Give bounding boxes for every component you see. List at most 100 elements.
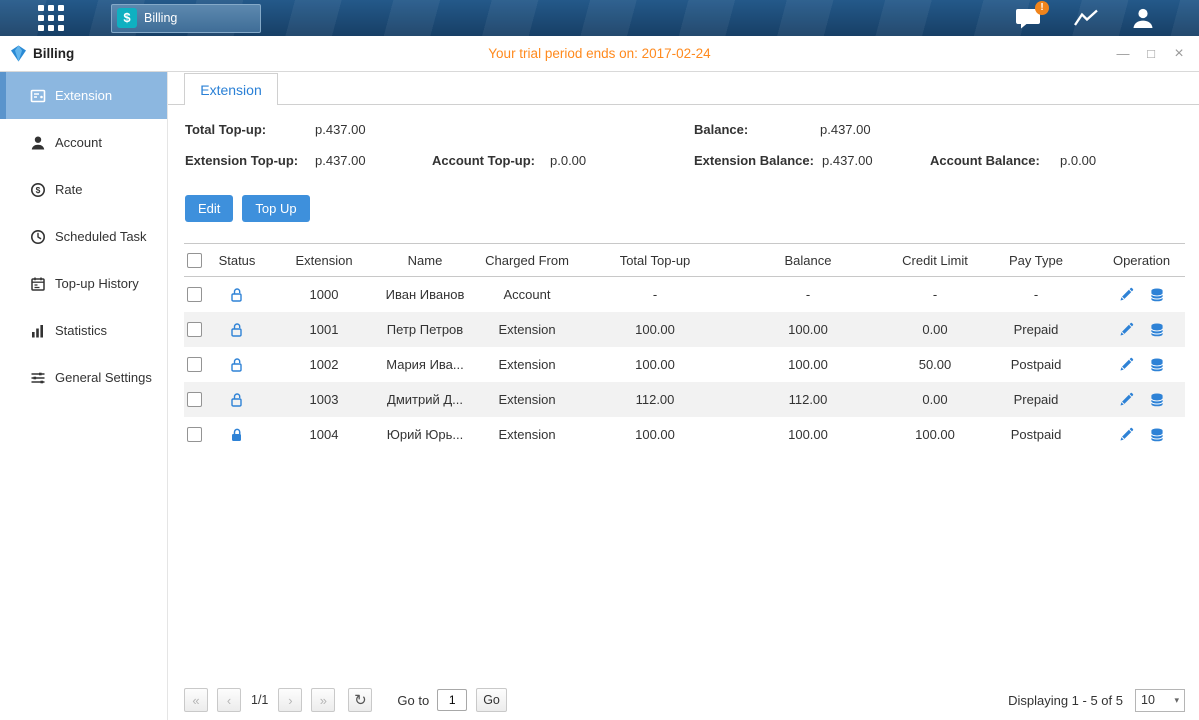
credit-limit-cell: 0.00 <box>896 392 974 407</box>
charged-from-cell: Extension <box>464 322 590 337</box>
topbar-right: ! <box>1015 7 1155 29</box>
balance-cell: 100.00 <box>720 427 896 442</box>
name-cell: Мария Ива... <box>386 357 464 372</box>
edit-icon[interactable] <box>1119 357 1134 372</box>
edit-button[interactable]: Edit <box>185 195 233 222</box>
topup-coins-icon[interactable] <box>1149 392 1165 408</box>
edit-icon[interactable] <box>1119 392 1134 407</box>
goto-page-input[interactable] <box>437 689 467 711</box>
rate-icon: $ <box>30 182 46 198</box>
credit-limit-cell: 0.00 <box>896 322 974 337</box>
prev-page-button[interactable]: ‹ <box>217 688 241 712</box>
table-row[interactable]: 1004 Юрий Юрь... Extension 100.00 100.00… <box>184 417 1185 452</box>
row-checkbox-cell <box>184 322 212 337</box>
account-balance-value: p.0.00 <box>1060 153 1096 168</box>
window-controls: — □ × <box>1115 46 1187 62</box>
edit-icon[interactable] <box>1119 322 1134 337</box>
sidebar-item-rate[interactable]: $ Rate <box>0 166 167 213</box>
user-menu-icon[interactable] <box>1131 7 1155 29</box>
page-indicator: 1/1 <box>251 693 268 707</box>
edit-icon[interactable] <box>1119 287 1134 302</box>
sidebar-item-label: Rate <box>55 182 82 197</box>
sidebar-item-account[interactable]: Account <box>0 119 167 166</box>
go-button[interactable]: Go <box>476 688 507 712</box>
refresh-icon[interactable]: ↻ <box>348 688 372 712</box>
table-row[interactable]: 1002 Мария Ива... Extension 100.00 100.0… <box>184 347 1185 382</box>
extension-topup-label: Extension Top-up: <box>185 153 298 168</box>
table-row[interactable]: 1003 Дмитрий Д... Extension 112.00 112.0… <box>184 382 1185 417</box>
topup-coins-icon[interactable] <box>1149 357 1165 373</box>
col-status: Status <box>212 253 262 268</box>
row-checkbox[interactable] <box>187 322 202 337</box>
row-checkbox[interactable] <box>187 287 202 302</box>
charged-from-cell: Extension <box>464 427 590 442</box>
maximize-icon[interactable]: □ <box>1143 46 1159 62</box>
operation-cell <box>1098 322 1185 338</box>
total-topup-cell: 100.00 <box>590 357 720 372</box>
apps-grid-icon[interactable] <box>38 5 65 32</box>
total-topup-cell: 100.00 <box>590 427 720 442</box>
extension-icon <box>30 88 46 104</box>
messages-icon[interactable]: ! <box>1015 8 1041 29</box>
status-cell <box>212 357 262 373</box>
reports-icon[interactable] <box>1073 8 1099 29</box>
topup-coins-icon[interactable] <box>1149 427 1165 443</box>
operation-cell <box>1098 287 1185 303</box>
billing-logo-icon <box>10 45 27 62</box>
pay-type-cell: Postpaid <box>974 357 1098 372</box>
total-topup-cell: - <box>590 287 720 302</box>
extensions-table: Status Extension Name Charged From Total… <box>184 243 1185 452</box>
account-topup-value: p.0.00 <box>550 153 586 168</box>
name-cell: Юрий Юрь... <box>386 427 464 442</box>
topup-coins-icon[interactable] <box>1149 287 1165 303</box>
first-page-button[interactable]: « <box>184 688 208 712</box>
table-row[interactable]: 1001 Петр Петров Extension 100.00 100.00… <box>184 312 1185 347</box>
billing-app-tab[interactable]: $ Billing <box>111 4 261 33</box>
total-topup-cell: 112.00 <box>590 392 720 407</box>
credit-limit-cell: 100.00 <box>896 427 974 442</box>
sidebar-item-extension[interactable]: Extension <box>0 72 167 119</box>
row-checkbox[interactable] <box>187 392 202 407</box>
row-checkbox-cell <box>184 287 212 302</box>
next-page-button[interactable]: › <box>278 688 302 712</box>
sidebar-item-statistics[interactable]: Statistics <box>0 307 167 354</box>
sidebar-item-general-settings[interactable]: General Settings <box>0 354 167 401</box>
sidebar-item-topup-history[interactable]: Top-up History <box>0 260 167 307</box>
extension-balance-value: p.437.00 <box>822 153 873 168</box>
balance-cell: 100.00 <box>720 322 896 337</box>
calendar-icon <box>30 276 46 292</box>
sidebar-item-label: Scheduled Task <box>55 229 147 244</box>
tab-extension[interactable]: Extension <box>184 73 278 105</box>
sidebar-item-label: Account <box>55 135 102 150</box>
minimize-icon[interactable]: — <box>1115 46 1131 62</box>
table-row[interactable]: 1000 Иван Иванов Account - - - - <box>184 277 1185 312</box>
extension-cell: 1003 <box>262 392 386 407</box>
clock-icon <box>30 229 46 245</box>
charged-from-cell: Extension <box>464 392 590 407</box>
close-icon[interactable]: × <box>1171 46 1187 62</box>
billing-window: $ Billing ! <box>0 0 1199 720</box>
col-total-topup: Total Top-up <box>590 253 720 268</box>
col-name: Name <box>386 253 464 268</box>
person-icon <box>1131 7 1155 29</box>
sidebar-item-label: Extension <box>55 88 112 103</box>
summary-panel: Total Top-up: p.437.00 Balance: p.437.00… <box>168 118 1199 184</box>
row-checkbox[interactable] <box>187 427 202 442</box>
operation-cell <box>1098 357 1185 373</box>
edit-icon[interactable] <box>1119 427 1134 442</box>
top-up-button[interactable]: Top Up <box>242 195 309 222</box>
topbar: $ Billing ! <box>0 0 1199 36</box>
page-size-select[interactable]: 10 ▾ <box>1135 689 1185 712</box>
name-cell: Дмитрий Д... <box>386 392 464 407</box>
account-balance-label: Account Balance: <box>930 153 1040 168</box>
select-all-checkbox[interactable] <box>187 253 202 268</box>
col-pay-type: Pay Type <box>974 253 1098 268</box>
last-page-button[interactable]: » <box>311 688 335 712</box>
sidebar-item-label: General Settings <box>55 370 152 385</box>
charged-from-cell: Extension <box>464 357 590 372</box>
pagination-bar: « ‹ 1/1 › » ↻ Go to Go Displaying 1 - 5 … <box>184 687 1185 713</box>
topup-coins-icon[interactable] <box>1149 322 1165 338</box>
account-topup-label: Account Top-up: <box>432 153 535 168</box>
row-checkbox[interactable] <box>187 357 202 372</box>
sidebar-item-scheduled-task[interactable]: Scheduled Task <box>0 213 167 260</box>
